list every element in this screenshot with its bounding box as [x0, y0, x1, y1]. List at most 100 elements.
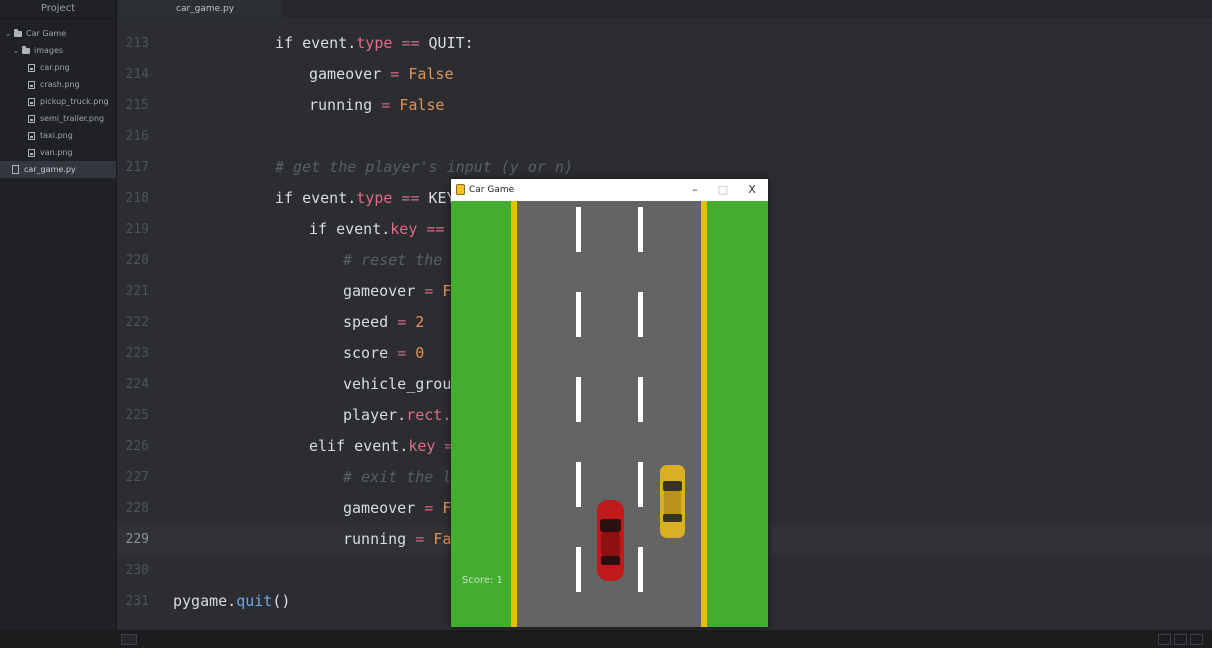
code-token-op: =: [397, 344, 416, 362]
code-token-comment: # exit the l: [343, 468, 452, 486]
code-line[interactable]: 213 if event.type == QUIT:: [117, 28, 1212, 59]
line-number: 227: [125, 470, 149, 485]
line-number: 218: [125, 191, 149, 206]
grass-left: [451, 201, 511, 627]
line-number: 229: [125, 532, 149, 547]
tree-item-pickup-truck-png[interactable]: pickup_truck.png: [0, 93, 116, 110]
tree-item-label: images: [34, 46, 64, 55]
tree-item-semi-trailer-png[interactable]: semi_trailer.png: [0, 110, 116, 127]
code-token-fn: quit: [236, 592, 273, 610]
line-number: 216: [125, 129, 149, 144]
code-token-plain: score: [343, 344, 398, 362]
taxi-roof: [664, 491, 681, 514]
road-edge-left: [511, 201, 517, 627]
image-file-icon: [28, 80, 35, 89]
code-token-kw: if: [275, 34, 303, 52]
code-token-plain: event.: [354, 437, 409, 455]
status-bar: [0, 630, 1212, 648]
code-token-bool: Fa: [433, 530, 452, 548]
image-file-icon: [28, 131, 35, 140]
maximize-button[interactable]: □: [711, 179, 735, 201]
tree-item-images[interactable]: ⌄ images: [0, 42, 116, 59]
code-line[interactable]: 214 gameover = False: [117, 59, 1212, 90]
lane-marker: [576, 292, 581, 337]
chevron-down-icon[interactable]: ⌄: [12, 42, 20, 59]
code-token-bool: False: [399, 96, 445, 114]
line-number: 230: [125, 563, 149, 578]
tree-item-label: pickup_truck.png: [40, 97, 109, 106]
chevron-down-icon[interactable]: ⌄: [4, 25, 12, 42]
line-number: 214: [125, 67, 149, 82]
code-token-op: =: [397, 313, 416, 331]
code-token-kw: if: [275, 189, 303, 207]
code-text: running = Fa: [343, 524, 451, 555]
code-token-plain: gameover: [343, 282, 425, 300]
image-file-icon: [28, 63, 35, 72]
code-token-attr: rect.: [406, 406, 452, 424]
code-token-kw: elif: [309, 437, 355, 455]
line-number: 217: [125, 160, 149, 175]
line-number: 219: [125, 222, 149, 237]
code-token-plain: vehicle_grou: [343, 375, 452, 393]
close-button[interactable]: X: [740, 179, 764, 201]
car-game-window[interactable]: Car Game – □ X Score: 1: [451, 179, 768, 627]
tree-item-car-game[interactable]: ⌄ Car Game: [0, 25, 116, 42]
line-number: 224: [125, 377, 149, 392]
image-file-icon: [28, 148, 35, 157]
line-number: 215: [125, 98, 149, 113]
player-car-rear-window: [601, 556, 620, 565]
code-text: # reset the: [343, 245, 442, 276]
lane-marker: [638, 547, 643, 592]
tree-item-label: car.png: [40, 63, 70, 72]
code-token-op: ==: [417, 220, 445, 238]
code-token-op: =: [381, 96, 400, 114]
tree-item-car-png[interactable]: car.png: [0, 59, 116, 76]
code-token-attr: key: [408, 437, 436, 455]
code-token-num: 0: [415, 344, 425, 362]
line-number: 222: [125, 315, 149, 330]
lane-marker: [576, 462, 581, 507]
lane-marker: [638, 207, 643, 252]
line-number: 225: [125, 408, 149, 423]
player-car: [597, 500, 624, 581]
tree-item-car-game-py[interactable]: car_game.py: [0, 161, 116, 178]
code-token-plain: speed: [343, 313, 398, 331]
tree-item-van-png[interactable]: van.png: [0, 144, 116, 161]
taxi-car: [660, 465, 685, 538]
code-token-plain: running: [309, 96, 382, 114]
code-text: gameover = F: [343, 276, 451, 307]
code-token-op: =: [390, 65, 409, 83]
lane-marker: [576, 547, 581, 592]
code-token-attr: type: [356, 189, 393, 207]
lane-marker: [638, 462, 643, 507]
code-token-plain: event.: [336, 220, 391, 238]
line-number: 223: [125, 346, 149, 361]
toggle-sidebar-button[interactable]: [121, 634, 137, 645]
tab-car-game-py[interactable]: car_game.py: [118, 0, 281, 18]
window-titlebar[interactable]: Car Game – □ X: [451, 179, 768, 201]
status-button-1[interactable]: [1158, 634, 1171, 645]
tree-item-crash-png[interactable]: crash.png: [0, 76, 116, 93]
code-token-op: =: [415, 530, 434, 548]
code-token-num: 2: [415, 313, 425, 331]
code-line[interactable]: 216: [117, 121, 1212, 152]
taxi-windshield: [663, 481, 682, 491]
code-token-plain: event.: [302, 34, 357, 52]
line-number: 221: [125, 284, 149, 299]
status-button-3[interactable]: [1190, 634, 1203, 645]
tree-item-label: car_game.py: [24, 165, 76, 174]
tree-item-label: semi_trailer.png: [40, 114, 105, 123]
game-canvas[interactable]: [451, 201, 768, 627]
minimize-button[interactable]: –: [683, 179, 707, 201]
window-title: Car Game: [469, 185, 515, 195]
sidebar-header: Project: [0, 0, 116, 19]
grass-right: [707, 201, 768, 627]
code-text: gameover = F: [343, 493, 451, 524]
tree-item-taxi-png[interactable]: taxi.png: [0, 127, 116, 144]
code-line[interactable]: 215 running = False: [117, 90, 1212, 121]
code-token-plain: pygame.: [173, 592, 237, 610]
status-button-2[interactable]: [1174, 634, 1187, 645]
lane-marker: [576, 207, 581, 252]
tree-item-label: Car Game: [26, 29, 67, 38]
code-text: score = 0: [343, 338, 424, 369]
